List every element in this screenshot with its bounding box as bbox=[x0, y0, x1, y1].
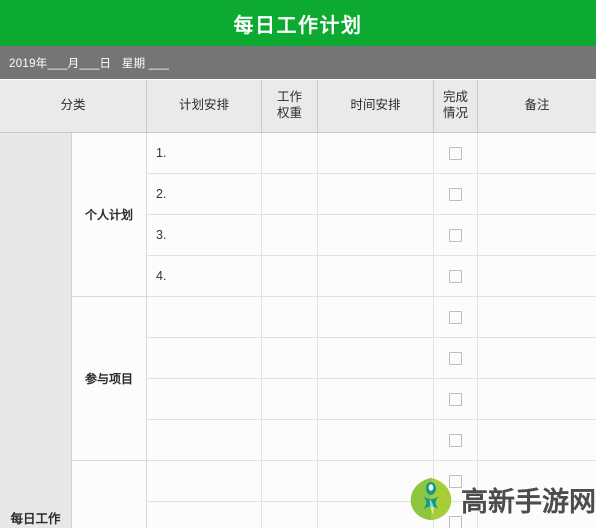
cell-time[interactable] bbox=[318, 297, 434, 337]
cell-plan[interactable]: 2. bbox=[147, 174, 262, 214]
cell-plan[interactable] bbox=[147, 379, 262, 419]
row-index: 1. bbox=[156, 146, 167, 160]
column-header-line: 计划安排 bbox=[178, 98, 229, 113]
column-header-line: 权重 bbox=[276, 106, 302, 120]
table-row bbox=[147, 379, 596, 420]
column-header-time: 时间安排 bbox=[318, 80, 434, 132]
cell-weight[interactable] bbox=[262, 215, 318, 255]
row-index: 3. bbox=[156, 228, 167, 242]
cell-time[interactable] bbox=[318, 420, 434, 460]
cell-done[interactable] bbox=[434, 133, 478, 173]
table-header-row: 分类 计划安排 工作 权重 时间安排 完成 情况 备注 bbox=[0, 80, 596, 133]
cell-weight[interactable] bbox=[262, 461, 318, 501]
cell-weight[interactable] bbox=[262, 502, 318, 528]
cell-remark[interactable] bbox=[478, 215, 596, 255]
completion-checkbox[interactable] bbox=[449, 228, 462, 242]
cell-time[interactable] bbox=[318, 174, 434, 214]
cell-remark[interactable] bbox=[478, 420, 596, 460]
cell-done[interactable] bbox=[434, 215, 478, 255]
cell-time[interactable] bbox=[318, 256, 434, 296]
cell-plan[interactable] bbox=[147, 502, 262, 528]
cell-done[interactable] bbox=[434, 379, 478, 419]
column-header-remark: 备注 bbox=[478, 80, 596, 132]
cell-weight[interactable] bbox=[262, 174, 318, 214]
cell-done[interactable] bbox=[434, 297, 478, 337]
cell-plan[interactable] bbox=[147, 461, 262, 501]
column-header-line: 时间安排 bbox=[350, 98, 401, 113]
column-header-line: 备注 bbox=[524, 98, 550, 113]
person-leaf-logo-icon bbox=[410, 477, 452, 521]
cell-done[interactable] bbox=[434, 420, 478, 460]
cell-weight[interactable] bbox=[262, 379, 318, 419]
completion-checkbox[interactable] bbox=[449, 146, 462, 160]
table-row: 1. bbox=[147, 133, 596, 174]
cell-remark[interactable] bbox=[478, 297, 596, 337]
cell-plan[interactable]: 1. bbox=[147, 133, 262, 173]
subcategory-cell-1[interactable]: 参与项目 bbox=[72, 297, 147, 461]
table-row: 4. bbox=[147, 256, 596, 297]
cell-weight[interactable] bbox=[262, 420, 318, 460]
column-header-line: 分类 bbox=[60, 98, 86, 113]
cell-time[interactable] bbox=[318, 338, 434, 378]
column-header-category: 分类 bbox=[0, 80, 147, 132]
cell-done[interactable] bbox=[434, 174, 478, 214]
spine-label: 每日工作 bbox=[10, 512, 61, 526]
cell-plan[interactable] bbox=[147, 338, 262, 378]
cell-remark[interactable] bbox=[478, 174, 596, 214]
cell-time[interactable] bbox=[318, 379, 434, 419]
cell-plan[interactable]: 4. bbox=[147, 256, 262, 296]
table-body: 每日工作 个人计划 参与项目 1. 2. 3. 4. bbox=[0, 133, 596, 528]
cell-time[interactable] bbox=[318, 215, 434, 255]
completion-checkbox[interactable] bbox=[449, 351, 462, 365]
cell-done[interactable] bbox=[434, 256, 478, 296]
table-row: 3. bbox=[147, 215, 596, 256]
page-title: 每日工作计划 bbox=[233, 14, 363, 37]
cell-plan[interactable] bbox=[147, 420, 262, 460]
date-line[interactable]: 2019年___月___日 星期 ___ bbox=[0, 55, 169, 71]
column-header-weight: 工作 权重 bbox=[262, 80, 318, 132]
watermark: 高新手游网 bbox=[408, 476, 596, 522]
column-header-done: 完成 情况 bbox=[434, 80, 478, 132]
subcategory-cell-empty-2[interactable] bbox=[72, 461, 147, 528]
table-row: 2. bbox=[147, 174, 596, 215]
date-bar: 2019年___月___日 星期 ___ bbox=[0, 46, 596, 79]
category-spine: 每日工作 bbox=[0, 133, 72, 528]
cell-weight[interactable] bbox=[262, 133, 318, 173]
cell-time[interactable] bbox=[318, 133, 434, 173]
cell-remark[interactable] bbox=[478, 338, 596, 378]
cell-remark[interactable] bbox=[478, 256, 596, 296]
column-header-line: 工作 bbox=[276, 90, 302, 105]
cell-weight[interactable] bbox=[262, 256, 318, 296]
plan-table: 分类 计划安排 工作 权重 时间安排 完成 情况 备注 每日工作 个人计划 参与项目 1. 2. 3… bbox=[0, 80, 596, 528]
column-header-plan: 计划安排 bbox=[147, 80, 262, 132]
cell-weight[interactable] bbox=[262, 297, 318, 337]
column-header-line: 情况 bbox=[442, 106, 468, 120]
table-row bbox=[147, 338, 596, 379]
completion-checkbox[interactable] bbox=[449, 310, 462, 324]
table-row bbox=[147, 297, 596, 338]
watermark-text: 高新手游网 bbox=[461, 486, 596, 517]
cell-done[interactable] bbox=[434, 338, 478, 378]
cell-weight[interactable] bbox=[262, 338, 318, 378]
cell-plan[interactable] bbox=[147, 297, 262, 337]
subcategory-cell-0[interactable]: 个人计划 bbox=[72, 133, 147, 297]
completion-checkbox[interactable] bbox=[449, 269, 462, 283]
cell-plan[interactable]: 3. bbox=[147, 215, 262, 255]
worksheet: 每日工作计划 2019年___月___日 星期 ___ 分类 计划安排 工作 权重 时间… bbox=[0, 0, 600, 528]
title-bar: 每日工作计划 bbox=[0, 0, 596, 46]
completion-checkbox[interactable] bbox=[449, 392, 462, 406]
cell-remark[interactable] bbox=[478, 133, 596, 173]
table-row bbox=[147, 420, 596, 461]
completion-checkbox[interactable] bbox=[449, 187, 462, 201]
row-index: 2. bbox=[156, 187, 167, 201]
completion-checkbox[interactable] bbox=[449, 433, 462, 447]
cell-remark[interactable] bbox=[478, 379, 596, 419]
column-header-line: 完成 bbox=[442, 90, 468, 105]
row-index: 4. bbox=[156, 269, 167, 283]
